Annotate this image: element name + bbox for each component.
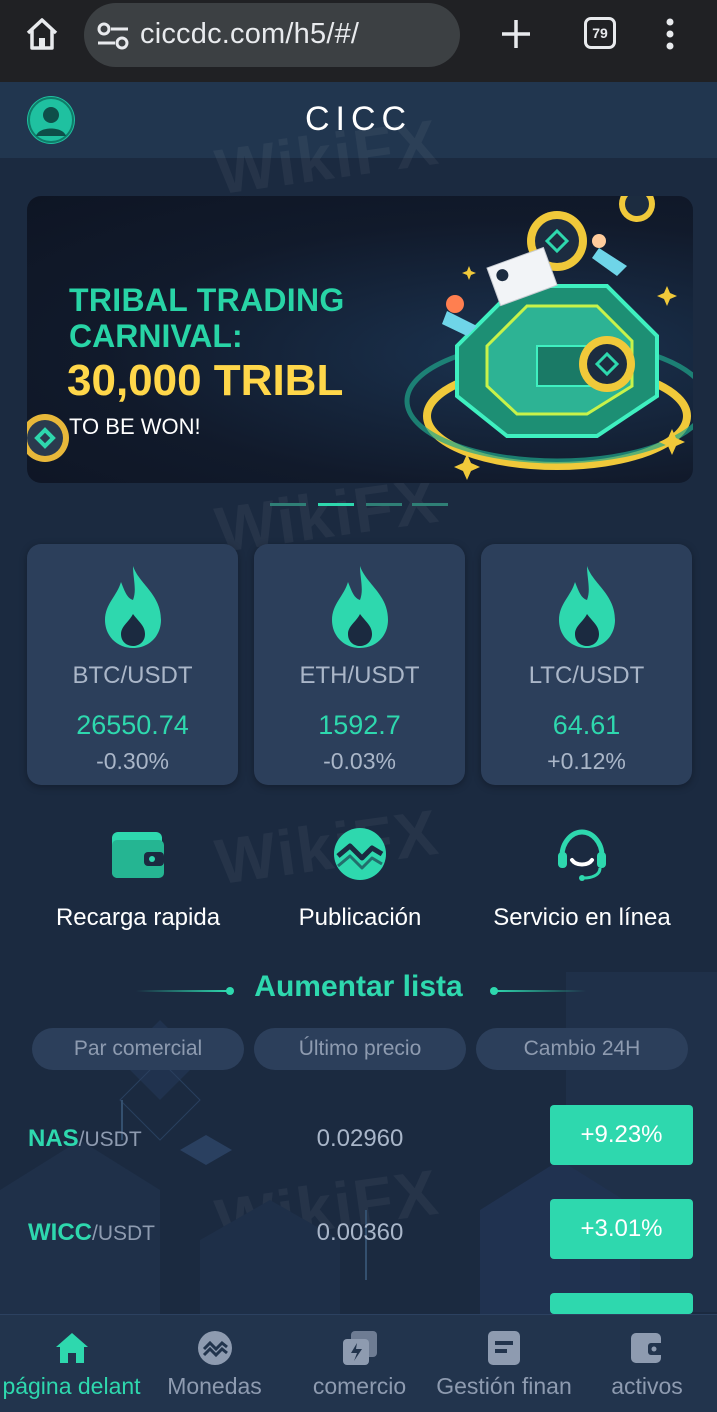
tab-count: 79 bbox=[592, 25, 608, 41]
browser-toolbar: ciccdc.com/h5/#/ 79 bbox=[0, 0, 717, 82]
wallet-icon bbox=[112, 832, 164, 878]
nav-label: página delant bbox=[2, 1373, 141, 1399]
ticker-change: -0.03% bbox=[323, 748, 396, 774]
section-divider bbox=[494, 990, 586, 992]
header-last-price: Último precio bbox=[254, 1028, 466, 1070]
tab-count-button[interactable]: 79 bbox=[584, 17, 616, 49]
fire-icon bbox=[105, 566, 161, 648]
ticker-price: 26550.74 bbox=[76, 710, 189, 740]
url-text: ciccdc.com/h5/#/ bbox=[140, 18, 360, 50]
ticker-pair: ETH/USDT bbox=[299, 662, 420, 689]
nav-finance[interactable]: Gestión finan bbox=[431, 1315, 577, 1412]
row-base: WICC bbox=[28, 1219, 92, 1246]
ticker-change: +0.12% bbox=[547, 748, 626, 774]
finance-icon bbox=[488, 1331, 520, 1365]
home-icon bbox=[55, 1333, 88, 1363]
row-base: NAS bbox=[28, 1125, 79, 1152]
site-settings-icon[interactable] bbox=[96, 21, 130, 51]
banner-illustration bbox=[404, 196, 693, 480]
nav-label: comercio bbox=[312, 1373, 407, 1399]
banner-line-4: TO BE WON! bbox=[69, 414, 201, 439]
row-change-badge bbox=[550, 1293, 693, 1314]
banner-line-2: CARNIVAL: bbox=[69, 318, 243, 354]
nav-label: activos bbox=[611, 1373, 683, 1399]
trade-icon bbox=[342, 1331, 377, 1365]
header-change-24h: Cambio 24H bbox=[476, 1028, 688, 1070]
nav-assets[interactable]: activos bbox=[577, 1315, 717, 1412]
quick-action-label: Publicación bbox=[298, 904, 422, 931]
table-row-partial[interactable] bbox=[0, 1293, 717, 1314]
wave-icon bbox=[334, 828, 386, 880]
online-service-button[interactable]: Servicio en línea bbox=[472, 826, 692, 932]
coin-icon bbox=[27, 414, 69, 462]
new-tab-icon[interactable] bbox=[498, 16, 534, 52]
quick-action-label: Recarga rapida bbox=[55, 904, 221, 931]
headset-icon bbox=[558, 829, 606, 881]
row-change-badge: +9.23% bbox=[550, 1105, 693, 1165]
coins-icon bbox=[197, 1331, 232, 1365]
header-pair: Par comercial bbox=[32, 1028, 244, 1070]
address-bar[interactable]: ciccdc.com/h5/#/ bbox=[84, 3, 460, 67]
nav-label: Gestión finan bbox=[436, 1373, 572, 1399]
row-quote: /USDT bbox=[91, 1222, 155, 1245]
banner-line-1: TRIBAL TRADING bbox=[69, 282, 345, 318]
ticker-pair: LTC/USDT bbox=[528, 662, 645, 689]
promo-banner[interactable]: TRIBAL TRADING CARNIVAL: 30,000 TRIBL TO… bbox=[27, 196, 693, 483]
nav-coins[interactable]: Monedas bbox=[143, 1315, 286, 1412]
home-icon[interactable] bbox=[22, 14, 62, 54]
quick-action-label: Servicio en línea bbox=[493, 904, 671, 931]
ticker-card[interactable]: BTC/USDT 26550.74 -0.30% bbox=[27, 544, 238, 785]
more-options-icon[interactable] bbox=[660, 16, 680, 56]
ticker-change: -0.30% bbox=[96, 748, 169, 774]
ticker-card[interactable]: ETH/USDT 1592.7 -0.03% bbox=[254, 544, 465, 785]
row-quote: /USDT bbox=[78, 1128, 142, 1151]
row-change-badge: +3.01% bbox=[550, 1199, 693, 1259]
app-header: CICC bbox=[0, 82, 717, 158]
ticker-price: 64.61 bbox=[552, 710, 621, 740]
ticker-pair: BTC/USDT bbox=[72, 662, 193, 689]
fire-icon bbox=[332, 566, 388, 648]
banner-line-3: 30,000 TRIBL bbox=[67, 356, 344, 405]
nav-home[interactable]: página delant bbox=[0, 1315, 143, 1412]
quick-recharge-button[interactable]: Recarga rapida bbox=[28, 826, 248, 932]
ticker-card[interactable]: LTC/USDT 64.61 +0.12% bbox=[481, 544, 692, 785]
publication-button[interactable]: Publicación bbox=[250, 826, 470, 932]
table-row[interactable]: NAS/USDT 0.02960 +9.23% bbox=[0, 1105, 717, 1175]
bottom-nav: página delant Monedas comercio Gestión f… bbox=[0, 1314, 717, 1412]
row-last-price: 0.00360 bbox=[316, 1219, 404, 1246]
row-pair: WICC/USDT bbox=[28, 1219, 155, 1247]
assets-icon bbox=[631, 1333, 664, 1363]
section-title: Aumentar lista bbox=[254, 970, 463, 1003]
fire-icon bbox=[559, 566, 615, 648]
app-title: CICC bbox=[304, 100, 413, 138]
nav-label: Monedas bbox=[167, 1373, 262, 1399]
table-row[interactable]: WICC/USDT 0.00360 +3.01% bbox=[0, 1199, 717, 1269]
ticker-price: 1592.7 bbox=[318, 710, 401, 740]
nav-trade[interactable]: comercio bbox=[288, 1315, 431, 1412]
row-last-price: 0.02960 bbox=[316, 1125, 404, 1152]
row-pair: NAS/USDT bbox=[28, 1125, 142, 1153]
